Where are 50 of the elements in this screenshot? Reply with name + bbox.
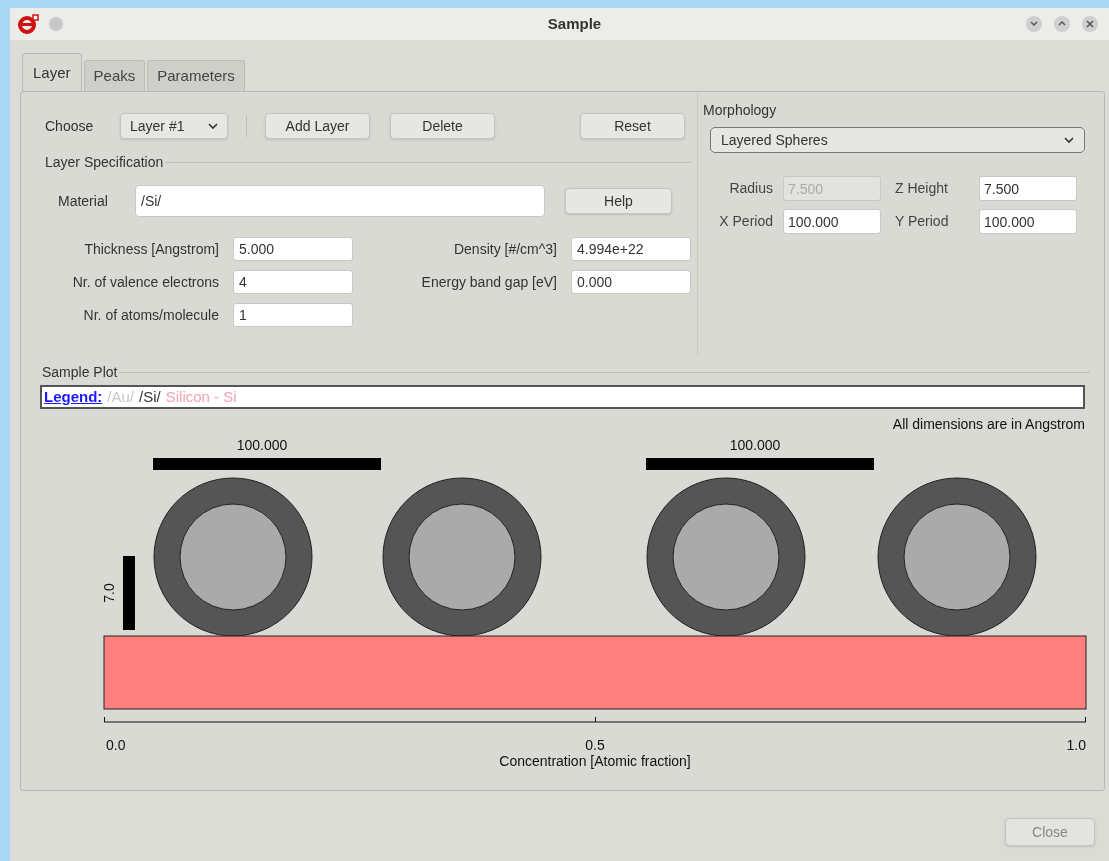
choose-label: Choose [45,116,95,136]
number-field[interactable]: 0.000 [571,270,691,294]
scale-label: 100.000 [729,437,781,453]
plot-note: All dimensions are in Angstrom [892,416,1085,432]
section-title: Layer Specification [45,153,164,172]
field-label: Y Period [895,212,950,231]
field-label: Density [#/cm^3] [452,239,557,259]
close-icon[interactable] [1081,15,1099,33]
minimize-button[interactable] [1025,15,1043,33]
number-field[interactable]: 4 [233,270,353,294]
field-label: Nr. of atoms/molecule [82,305,219,325]
legend-item: /Si/ [139,386,161,407]
field-label: Nr. of valence electrons [71,272,219,292]
window-title: Sample [547,13,602,34]
scale-label: 7.0 [101,583,117,603]
axis-label: Concentration [Atomic fraction] [499,753,691,769]
legend-link[interactable]: Legend: [44,385,103,409]
tab[interactable]: Layer [22,53,82,92]
scale-label: 100.000 [236,437,288,453]
tick-label: 1.0 [1066,737,1086,753]
field-label: Z Height [895,179,949,198]
field-label: X Period [718,212,774,231]
maximize-button[interactable] [1053,15,1071,33]
app-icon [18,14,40,34]
help-button[interactable]: Help [565,188,672,214]
material-label: Material [58,191,109,211]
section-title: Sample Plot [42,363,118,382]
number-field[interactable]: 100.000 [979,209,1077,234]
field-label: Radius [728,179,774,198]
tick-label: 0.0 [106,737,126,753]
chevron-icon [208,122,218,130]
tick-label: 0.5 [585,737,605,753]
legend-item: Silicon - Si [165,386,237,407]
add-layer-button[interactable]: Add Layer [265,113,370,139]
number-field[interactable]: 1 [233,303,353,327]
tab[interactable]: Peaks [83,60,146,91]
field-label: Energy band gap [eV] [420,272,557,292]
reset-button[interactable]: Reset [580,113,685,139]
number-field[interactable]: 7.500 [979,176,1077,201]
chevron-icon [1064,136,1074,144]
delete-button[interactable]: Delete [390,113,495,139]
field-label: Thickness [Angstrom] [83,239,219,259]
layer-dropdown[interactable]: Layer #1 [120,113,228,139]
number-field[interactable]: 4.994e+22 [571,237,691,261]
morphology-dropdown[interactable]: Layered Spheres [710,127,1085,153]
number-field[interactable]: 5.000 [233,237,353,261]
tab[interactable]: Parameters [147,60,245,91]
number-field[interactable]: 100.000 [783,209,881,234]
section-title: Morphology [703,101,778,120]
material-field[interactable]: /Si/ [135,185,545,217]
